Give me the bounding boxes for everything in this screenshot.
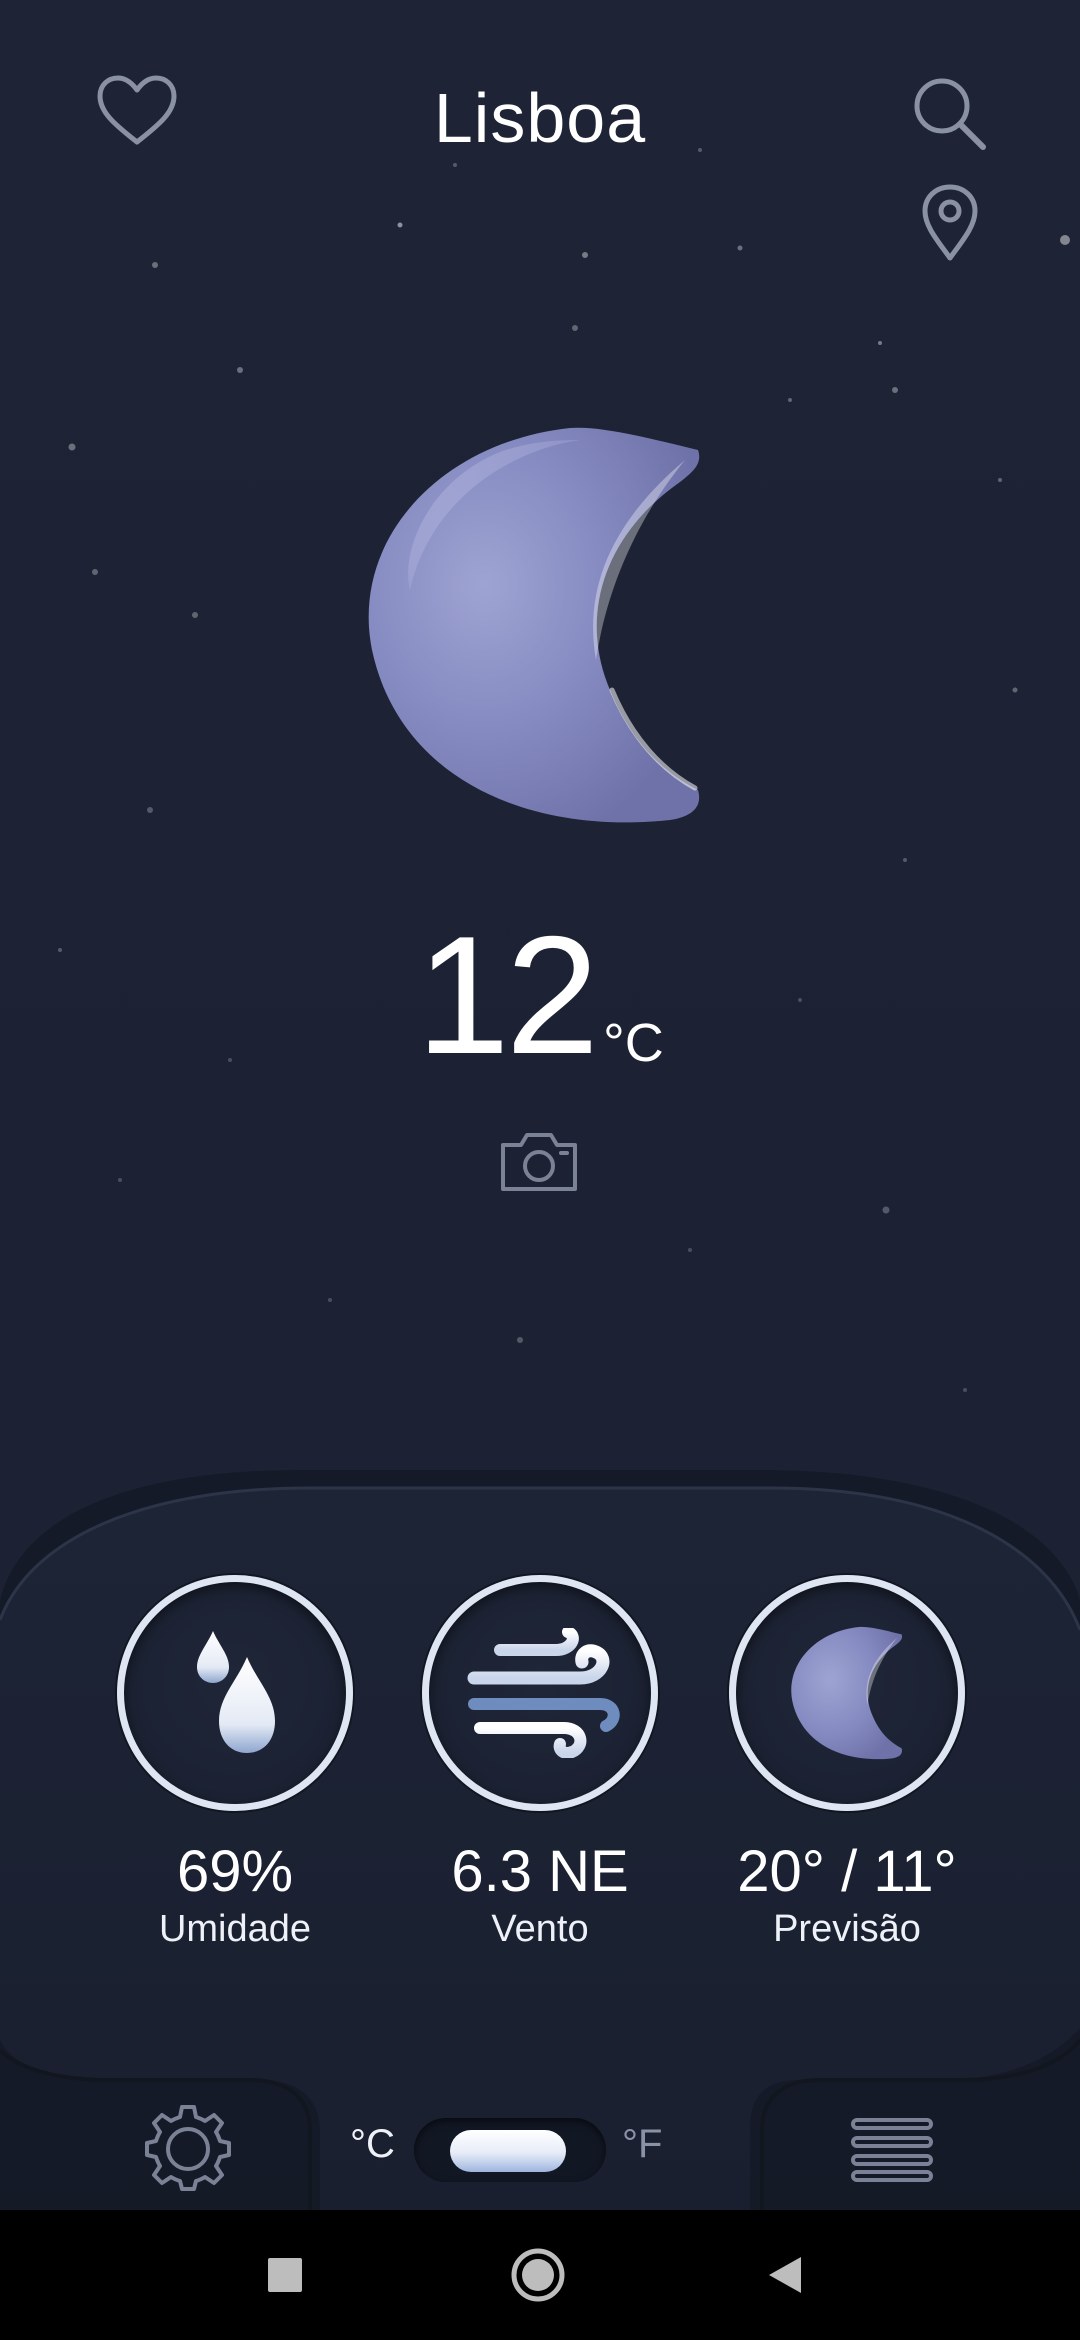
recents-button[interactable] <box>250 2240 320 2310</box>
settings-button[interactable] <box>140 2098 236 2194</box>
stat-wind[interactable]: 6.3 NE Vento <box>390 1575 690 1951</box>
stat-forecast[interactable]: 20° / 11° Previsão <box>697 1575 997 1951</box>
stat-humidity[interactable]: 69% Umidade <box>85 1575 385 1951</box>
unit-fahrenheit-label[interactable]: °F <box>622 2120 662 2168</box>
unit-toggle-knob[interactable] <box>450 2130 566 2172</box>
wind-value: 6.3 NE <box>451 1839 629 1904</box>
forecast-label: Previsão <box>773 1908 921 1950</box>
forecast-circle <box>729 1575 965 1811</box>
temperature-value: 12 <box>416 901 599 1089</box>
unit-celsius-label[interactable]: °C <box>350 2120 395 2168</box>
back-button[interactable] <box>750 2240 820 2310</box>
water-drops-icon <box>197 1631 275 1753</box>
square-icon <box>268 2258 302 2292</box>
gear-icon <box>145 2105 231 2191</box>
camera-icon <box>501 1133 577 1191</box>
current-temperature: 12 °C <box>0 901 1080 1089</box>
home-button[interactable] <box>503 2240 573 2310</box>
weather-screen: Lisboa 12 °C 69% Umidade 6.3 NE Vento 20… <box>0 0 1080 2340</box>
location-pin-icon <box>922 184 978 261</box>
search-button[interactable] <box>904 68 994 158</box>
menu-button[interactable] <box>846 2112 938 2188</box>
location-button[interactable] <box>910 180 990 264</box>
temperature-unit: °C <box>603 1013 664 1073</box>
search-icon <box>914 78 986 150</box>
menu-icon <box>851 2118 933 2182</box>
circle-icon <box>511 2248 565 2302</box>
humidity-circle <box>117 1575 353 1811</box>
wind-label: Vento <box>491 1908 589 1950</box>
humidity-value: 69% <box>176 1839 294 1904</box>
forecast-value: 20° / 11° <box>737 1839 957 1904</box>
crescent-moon-icon <box>791 1626 903 1760</box>
humidity-label: Umidade <box>158 1908 312 1950</box>
camera-button[interactable] <box>497 1127 581 1195</box>
unit-toggle[interactable] <box>414 2118 606 2182</box>
back-triangle-icon <box>769 2257 801 2293</box>
wind-icon <box>467 1628 620 1758</box>
crescent-moon-icon <box>368 427 700 823</box>
wind-circle <box>422 1575 658 1811</box>
